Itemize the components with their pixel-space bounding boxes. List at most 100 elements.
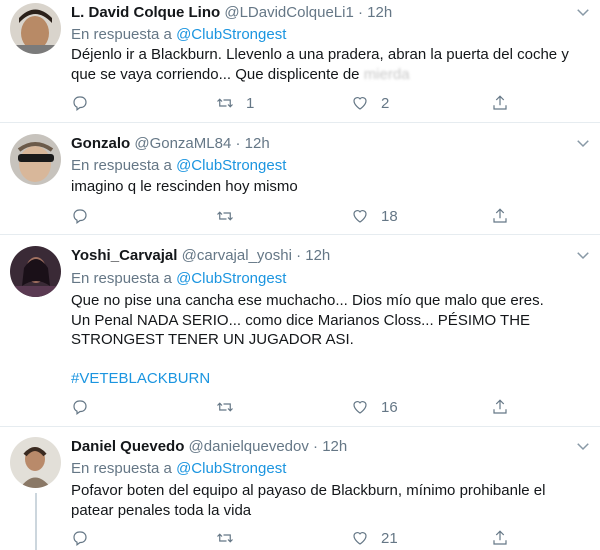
user-handle[interactable]: @GonzaML84	[134, 135, 231, 152]
text-line: STRONGEST TENER UN JUGADOR ASI.	[71, 331, 354, 348]
retweet-button[interactable]	[216, 397, 246, 417]
chevron-down-icon[interactable]	[574, 246, 592, 264]
tweet-text: imagino q le rescinden hoy mismo	[71, 177, 591, 197]
text-line: Déjenlo ir a Blackburn. Llevenlo a una p…	[71, 46, 569, 63]
censored-word: mierda	[363, 65, 410, 83]
like-button[interactable]: 21	[351, 528, 398, 548]
like-count: 16	[381, 398, 398, 416]
retweet-button[interactable]: 1	[216, 93, 254, 113]
separator-dot: ·	[313, 438, 323, 455]
reply-button[interactable]	[71, 206, 101, 226]
avatar[interactable]	[10, 437, 61, 488]
timestamp[interactable]: 12h	[305, 247, 330, 264]
reply-prefix: En respuesta a	[71, 270, 177, 287]
reply-button[interactable]	[71, 93, 101, 113]
timestamp[interactable]: 12h	[322, 438, 347, 455]
like-count: 18	[381, 207, 398, 225]
avatar[interactable]	[10, 134, 61, 185]
retweet-icon	[217, 402, 233, 412]
user-handle[interactable]: @carvajal_yoshi	[182, 247, 292, 264]
share-button[interactable]	[491, 93, 509, 113]
display-name[interactable]: L. David Colque Lino	[71, 4, 220, 21]
reply-context: En respuesta a @ClubStrongest	[71, 269, 286, 289]
chevron-down-icon[interactable]	[574, 134, 592, 152]
reply-icon	[73, 400, 87, 415]
text-line: Pofavor boten del equipo al payaso de Bl…	[71, 482, 546, 499]
retweet-button[interactable]	[216, 528, 246, 548]
tweet-text: Déjenlo ir a Blackburn. Llevenlo a una p…	[71, 45, 591, 84]
retweet-icon	[217, 211, 233, 221]
user-handle[interactable]: @LDavidColqueLi1	[224, 4, 353, 21]
tweet-actions: 16	[71, 397, 511, 417]
display-name[interactable]: Gonzalo	[71, 135, 130, 152]
tweet-text: Pofavor boten del equipo al payaso de Bl…	[71, 481, 591, 520]
heart-icon	[353, 210, 367, 223]
share-button[interactable]	[491, 397, 509, 417]
like-button[interactable]: 18	[351, 206, 398, 226]
retweet-icon	[217, 533, 233, 543]
share-icon	[493, 399, 507, 414]
reply-button[interactable]	[71, 528, 101, 548]
tweet[interactable]: Daniel Quevedo @danielquevedov · 12h En …	[0, 427, 600, 550]
separator-dot: ·	[358, 4, 368, 21]
mention-link[interactable]: @ClubStrongest	[176, 157, 286, 174]
reply-icon	[73, 531, 87, 546]
like-count: 2	[381, 94, 390, 112]
reply-prefix: En respuesta a	[71, 460, 177, 477]
chevron-down-icon[interactable]	[574, 3, 592, 21]
display-name[interactable]: Daniel Quevedo	[71, 438, 184, 455]
reply-button[interactable]	[71, 397, 101, 417]
tweet-header: L. David Colque Lino @LDavidColqueLi1 · …	[71, 3, 392, 23]
tweet[interactable]: Yoshi_Carvajal @carvajal_yoshi · 12h En …	[0, 235, 600, 427]
separator-dot: ·	[296, 247, 306, 264]
retweet-count: 1	[246, 94, 255, 112]
tweet-header: Gonzalo @GonzaML84 · 12h	[71, 134, 270, 154]
text-line-part: que se vaya corriendo... Que displicente…	[71, 65, 364, 83]
mention-link[interactable]: @ClubStrongest	[176, 26, 286, 43]
text-line: Un Penal NADA SERIO... como dice Mariano…	[71, 311, 531, 329]
tweet-actions: 18	[71, 206, 511, 226]
text-line: patear penales toda la vida	[71, 501, 252, 519]
share-button[interactable]	[491, 528, 509, 548]
text-line: que se vaya corriendo... Que displicente…	[71, 65, 591, 85]
tweet[interactable]: Gonzalo @GonzaML84 · 12h En respuesta a …	[0, 123, 600, 235]
like-button[interactable]: 2	[351, 93, 389, 113]
reply-prefix: En respuesta a	[71, 157, 177, 174]
reply-context: En respuesta a @ClubStrongest	[71, 156, 286, 176]
tweet-actions: 21	[71, 528, 511, 548]
reply-icon	[73, 96, 87, 111]
tweet-text: Que no pise una cancha ese muchacho... D…	[71, 291, 591, 389]
heart-icon	[353, 532, 367, 545]
share-icon	[493, 530, 507, 545]
reply-context: En respuesta a @ClubStrongest	[71, 25, 286, 45]
mention-link[interactable]: @ClubStrongest	[176, 460, 286, 477]
timestamp[interactable]: 12h	[245, 135, 270, 152]
share-button[interactable]	[491, 206, 509, 226]
share-icon	[493, 208, 507, 223]
reply-icon	[73, 209, 87, 224]
tweet[interactable]: L. David Colque Lino @LDavidColqueLi1 · …	[0, 0, 600, 123]
reply-prefix: En respuesta a	[71, 26, 177, 43]
hashtag-link[interactable]: #VETEBLACKBURN	[71, 369, 591, 389]
like-button[interactable]: 16	[351, 397, 398, 417]
reply-context: En respuesta a @ClubStrongest	[71, 459, 286, 479]
chevron-down-icon[interactable]	[574, 437, 592, 455]
tweet-header: Yoshi_Carvajal @carvajal_yoshi · 12h	[71, 246, 330, 266]
text-line: Que no pise una cancha ese muchacho... D…	[71, 292, 544, 309]
share-icon	[493, 95, 507, 110]
avatar[interactable]	[10, 3, 61, 54]
timestamp[interactable]: 12h	[367, 4, 392, 21]
retweet-icon	[217, 98, 233, 108]
like-count: 21	[381, 529, 398, 547]
user-handle[interactable]: @danielquevedov	[189, 438, 309, 455]
thread-connector	[35, 493, 37, 550]
heart-icon	[353, 97, 367, 110]
heart-icon	[353, 401, 367, 414]
mention-link[interactable]: @ClubStrongest	[176, 270, 286, 287]
tweet-header: Daniel Quevedo @danielquevedov · 12h	[71, 437, 347, 457]
display-name[interactable]: Yoshi_Carvajal	[71, 247, 177, 264]
avatar[interactable]	[10, 246, 61, 297]
tweet-actions: 1 2	[71, 93, 511, 113]
retweet-button[interactable]	[216, 206, 246, 226]
